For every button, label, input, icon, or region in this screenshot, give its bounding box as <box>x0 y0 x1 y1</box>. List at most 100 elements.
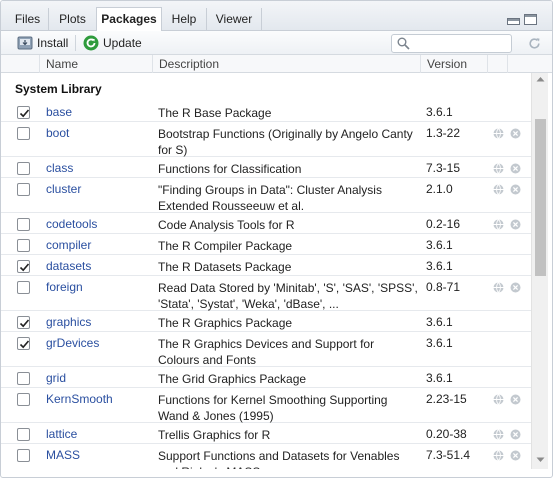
remove-package-icon[interactable] <box>510 219 521 230</box>
tab-packages[interactable]: Packages <box>96 7 162 32</box>
search-input[interactable] <box>414 36 508 51</box>
package-load-checkbox[interactable] <box>17 449 30 462</box>
package-description: Trellis Graphics for R <box>158 428 271 442</box>
package-name-link[interactable]: base <box>46 105 72 119</box>
table-header: Name Description Version <box>1 55 552 73</box>
package-search-box[interactable] <box>391 34 512 53</box>
package-name-link[interactable]: grid <box>46 371 66 385</box>
package-load-checkbox[interactable] <box>17 281 30 294</box>
refresh-icon[interactable] <box>527 36 542 51</box>
header-web-col <box>487 55 507 73</box>
package-description: The R Base Package <box>158 106 272 120</box>
package-description: The R Graphics Package <box>158 316 293 330</box>
tab-files[interactable]: Files <box>7 8 49 31</box>
package-name-link[interactable]: lattice <box>46 427 77 441</box>
package-website-globe-icon[interactable] <box>493 429 504 440</box>
remove-package-icon[interactable] <box>510 450 521 461</box>
packages-toolbar: Install Update <box>1 31 552 55</box>
remove-package-icon[interactable] <box>510 184 521 195</box>
minimize-pane-icon[interactable] <box>507 14 520 25</box>
package-name-link[interactable]: graphics <box>46 315 91 329</box>
package-website-globe-icon[interactable] <box>493 128 504 139</box>
remove-package-icon[interactable] <box>510 394 521 405</box>
checkmark-icon <box>19 340 30 349</box>
package-website-globe-icon[interactable] <box>493 219 504 230</box>
remove-package-icon[interactable] <box>510 282 521 293</box>
scroll-down-arrow-icon[interactable] <box>536 457 545 463</box>
install-label: Install <box>37 36 69 50</box>
package-load-checkbox[interactable] <box>17 162 30 175</box>
header-name[interactable]: Name <box>39 55 152 73</box>
package-version: 3.6.1 <box>426 105 453 119</box>
package-load-checkbox[interactable] <box>17 316 30 329</box>
package-version: 3.6.1 <box>426 336 453 350</box>
package-version: 0.8-71 <box>426 280 461 294</box>
scroll-up-arrow-icon[interactable] <box>536 76 545 82</box>
package-website-globe-icon[interactable] <box>493 184 504 195</box>
package-name-link[interactable]: codetools <box>46 217 97 231</box>
package-load-checkbox[interactable] <box>17 239 30 252</box>
package-load-checkbox[interactable] <box>17 337 30 350</box>
maximize-pane-icon[interactable] <box>524 14 537 25</box>
package-website-globe-icon[interactable] <box>493 282 504 293</box>
package-version: 0.2-16 <box>426 217 461 231</box>
package-name-link[interactable]: grDevices <box>46 336 99 350</box>
group-header: System Library <box>1 73 531 101</box>
package-row: boot Bootstrap Functions (Originally by A… <box>1 122 531 157</box>
package-name-link[interactable]: foreign <box>46 280 83 294</box>
header-description[interactable]: Description <box>152 55 420 73</box>
package-load-checkbox[interactable] <box>17 260 30 273</box>
remove-package-icon[interactable] <box>510 163 521 174</box>
package-load-checkbox[interactable] <box>17 127 30 140</box>
update-label: Update <box>103 36 142 50</box>
package-name-link[interactable]: KernSmooth <box>46 392 113 406</box>
package-load-checkbox[interactable] <box>17 183 30 196</box>
package-website-globe-icon[interactable] <box>493 163 504 174</box>
package-load-checkbox[interactable] <box>17 372 30 385</box>
package-description: The R Compiler Package <box>158 239 293 253</box>
package-name-link[interactable]: compiler <box>46 238 91 252</box>
package-website-globe-icon[interactable] <box>493 394 504 405</box>
scrollbar-thumb[interactable] <box>535 119 546 276</box>
package-version: 3.6.1 <box>426 259 453 273</box>
checkmark-icon <box>19 263 30 272</box>
checkmark-icon <box>19 319 30 328</box>
tab-bar: Files Plots Packages Help Viewer <box>1 1 552 32</box>
header-delete-col <box>507 55 552 73</box>
packages-pane: Files Plots Packages Help Viewer Install <box>0 0 553 478</box>
package-website-globe-icon[interactable] <box>493 450 504 461</box>
package-load-checkbox[interactable] <box>17 106 30 119</box>
package-row: codetools Code Analysis Tools for R 0.2-16 <box>1 213 531 234</box>
vertical-scrollbar[interactable] <box>531 73 548 469</box>
package-load-checkbox[interactable] <box>17 393 30 406</box>
package-load-checkbox[interactable] <box>17 218 30 231</box>
package-row: grDevices The R Graphics Devices and Supp… <box>1 332 531 367</box>
package-version: 2.23-15 <box>426 392 467 406</box>
package-description: The Grid Graphics Package <box>158 372 307 386</box>
package-version: 3.6.1 <box>426 315 453 329</box>
package-row: base The R Base Package 3.6.1 <box>1 101 531 122</box>
tab-viewer[interactable]: Viewer <box>207 8 262 31</box>
package-version: 0.20-38 <box>426 427 467 441</box>
remove-package-icon[interactable] <box>510 429 521 440</box>
remove-package-icon[interactable] <box>510 128 521 139</box>
header-version[interactable]: Version <box>420 55 487 73</box>
package-row: KernSmooth Functions for Kernel Smoothing… <box>1 388 531 423</box>
package-name-link[interactable]: MASS <box>46 448 80 462</box>
package-name-link[interactable]: class <box>46 161 73 175</box>
package-name-link[interactable]: boot <box>46 126 69 140</box>
header-checkbox-col <box>1 55 39 73</box>
tab-plots[interactable]: Plots <box>49 8 97 31</box>
package-name-link[interactable]: cluster <box>46 182 81 196</box>
tab-help[interactable]: Help <box>162 8 207 31</box>
install-button[interactable]: Install <box>17 34 69 52</box>
group-label: System Library <box>15 82 102 96</box>
package-version: 3.6.1 <box>426 371 453 385</box>
package-name-link[interactable]: datasets <box>46 259 91 273</box>
update-button[interactable]: Update <box>83 34 143 52</box>
package-load-checkbox[interactable] <box>17 428 30 441</box>
package-row: lattice Trellis Graphics for R 0.20-38 <box>1 423 531 444</box>
package-description: Functions for Kernel Smoothing Supportin… <box>158 393 388 423</box>
checkmark-icon <box>19 109 30 118</box>
install-icon <box>17 35 33 51</box>
